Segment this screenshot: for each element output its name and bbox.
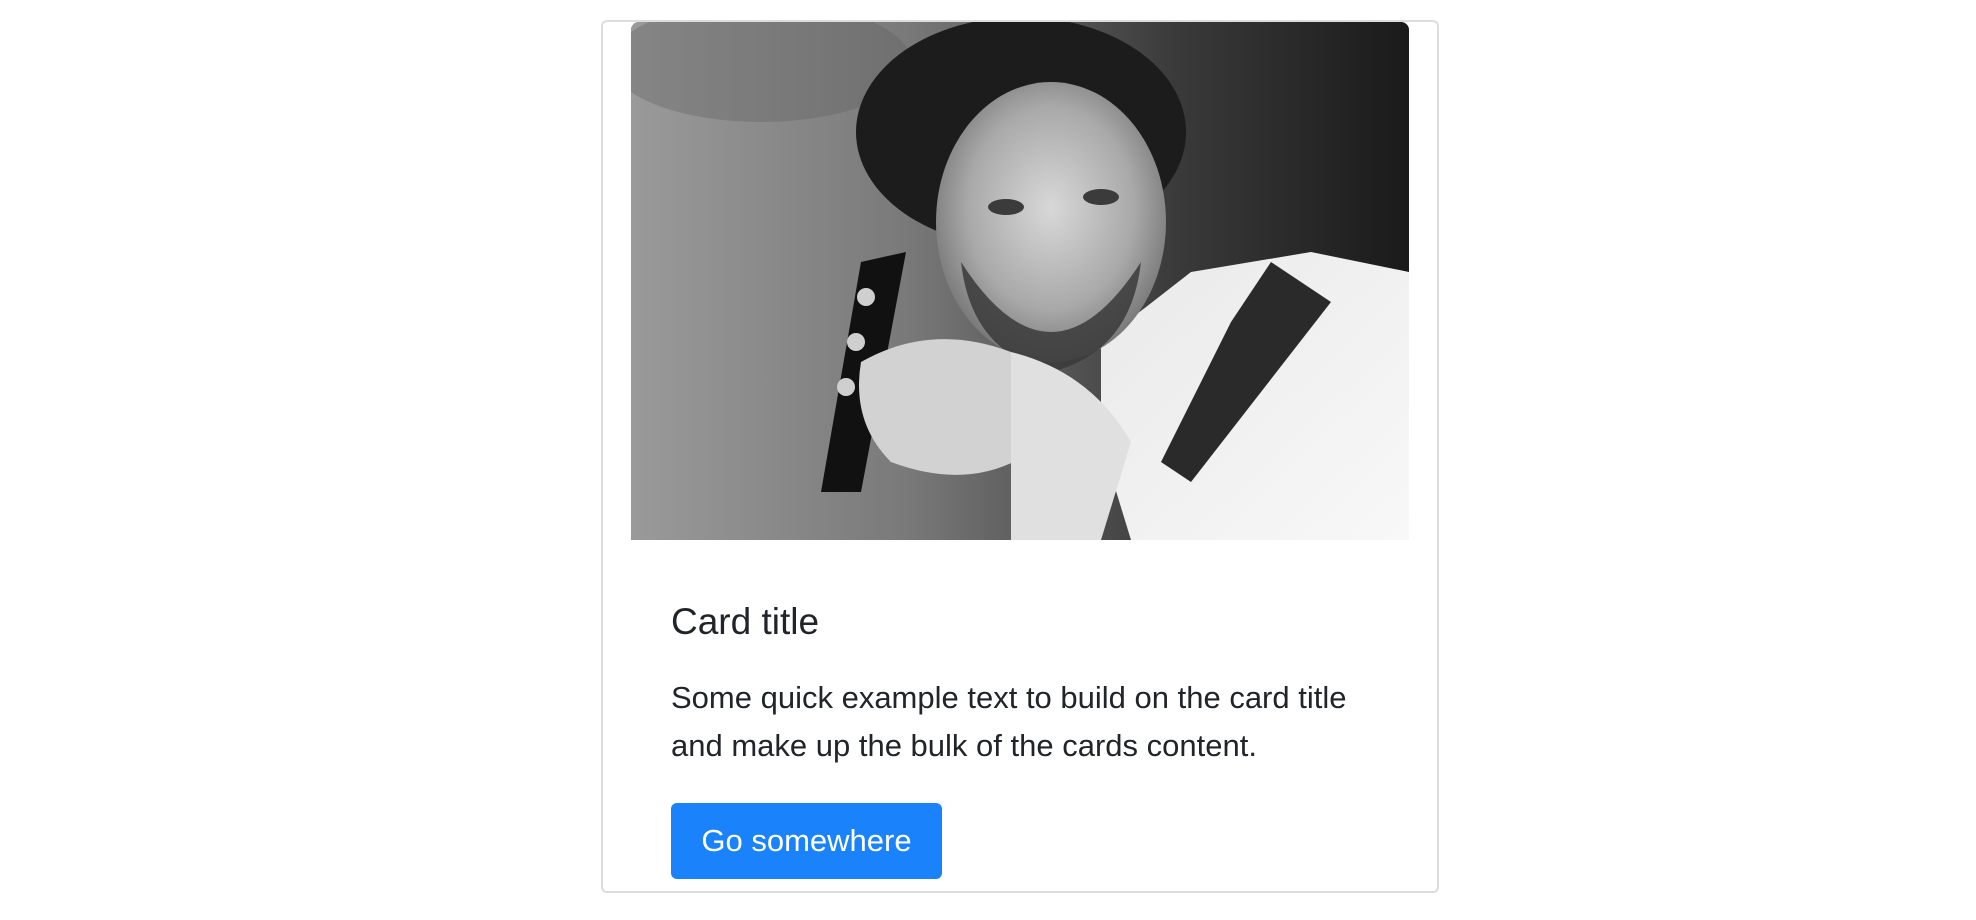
go-somewhere-button[interactable]: Go somewhere bbox=[671, 803, 942, 879]
card-photo bbox=[631, 22, 1409, 540]
card: Card title Some quick example text to bu… bbox=[601, 20, 1439, 893]
card-title: Card title bbox=[671, 601, 820, 642]
card-text: Some quick example text to build on the … bbox=[671, 680, 1347, 763]
card-image bbox=[631, 22, 1409, 540]
